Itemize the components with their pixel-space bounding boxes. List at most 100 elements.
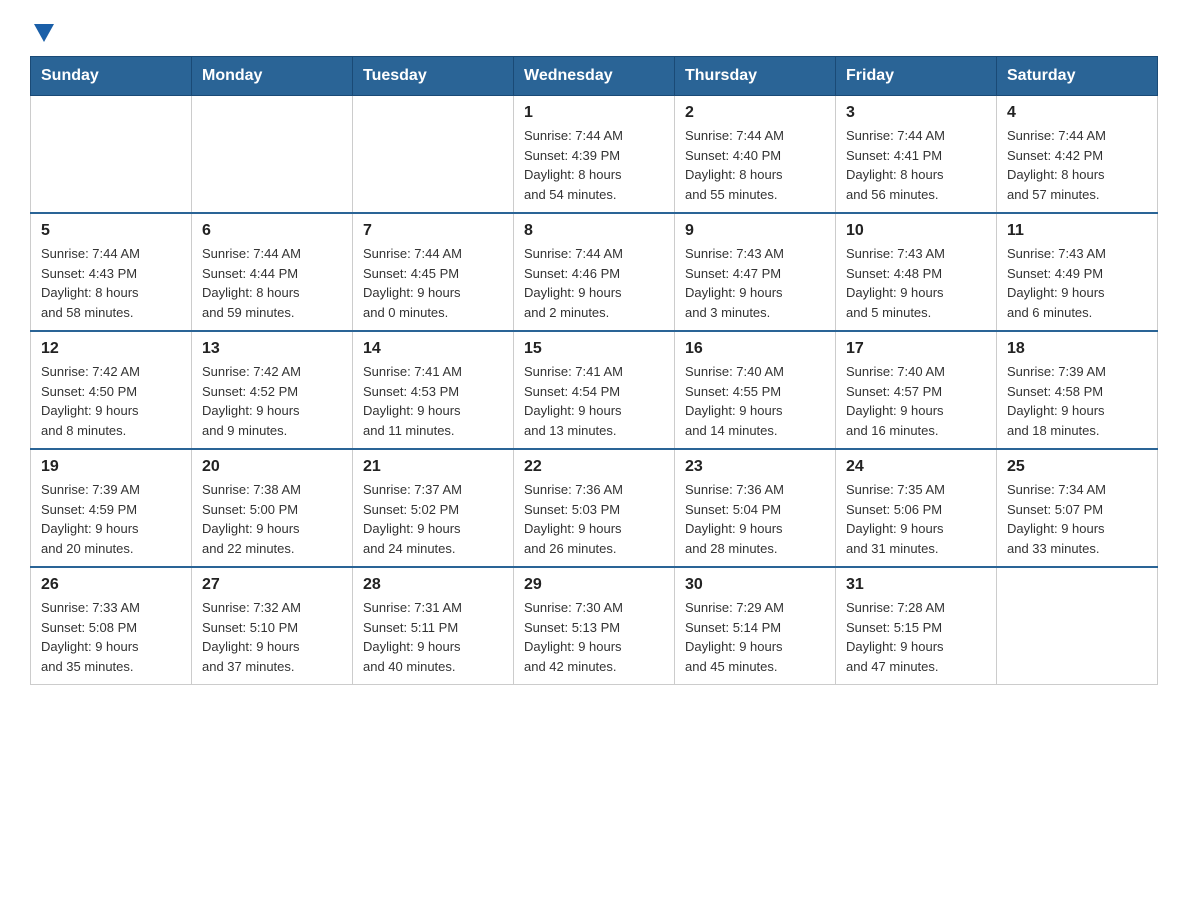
- calendar-cell: 25 Sunrise: 7:34 AM Sunset: 5:07 PM Dayli…: [997, 449, 1158, 567]
- calendar-cell: 9 Sunrise: 7:43 AM Sunset: 4:47 PM Daylig…: [675, 213, 836, 331]
- calendar-table: SundayMondayTuesdayWednesdayThursdayFrid…: [30, 56, 1158, 685]
- day-info: Sunrise: 7:40 AM Sunset: 4:57 PM Dayligh…: [846, 362, 986, 440]
- day-info: Sunrise: 7:41 AM Sunset: 4:54 PM Dayligh…: [524, 362, 664, 440]
- calendar-cell: 30Sunrise: 7:29 AM Sunset: 5:14 PM Dayli…: [675, 567, 836, 685]
- day-info: Sunrise: 7:33 AM Sunset: 5:08 PM Dayligh…: [41, 598, 181, 676]
- day-number: 10: [846, 222, 986, 240]
- day-info: Sunrise: 7:34 AM Sunset: 5:07 PM Dayligh…: [1007, 480, 1147, 558]
- day-info: Sunrise: 7:44 AM Sunset: 4:40 PM Dayligh…: [685, 126, 825, 204]
- weekday-header: Sunday: [31, 57, 192, 96]
- logo: [30, 20, 54, 38]
- calendar-cell: 19Sunrise: 7:39 AM Sunset: 4:59 PM Dayli…: [31, 449, 192, 567]
- day-number: 12: [41, 340, 181, 358]
- calendar-cell: 1 Sunrise: 7:44 AM Sunset: 4:39 PM Daylig…: [514, 96, 675, 214]
- day-info: Sunrise: 7:28 AM Sunset: 5:15 PM Dayligh…: [846, 598, 986, 676]
- calendar-cell: 26 Sunrise: 7:33 AM Sunset: 5:08 PM Dayli…: [31, 567, 192, 685]
- day-info: Sunrise: 7:44 AM Sunset: 4:45 PM Dayligh…: [363, 244, 503, 322]
- calendar-week-row: 12 Sunrise: 7:42 AM Sunset: 4:50 PM Dayli…: [31, 331, 1158, 449]
- day-number: 30: [685, 576, 825, 594]
- calendar-cell: 16Sunrise: 7:40 AM Sunset: 4:55 PM Dayli…: [675, 331, 836, 449]
- day-number: 25: [1007, 458, 1147, 476]
- calendar-cell: 3 Sunrise: 7:44 AM Sunset: 4:41 PM Daylig…: [836, 96, 997, 214]
- day-number: 14: [363, 340, 503, 358]
- day-info: Sunrise: 7:37 AM Sunset: 5:02 PM Dayligh…: [363, 480, 503, 558]
- calendar-week-row: 1 Sunrise: 7:44 AM Sunset: 4:39 PM Daylig…: [31, 96, 1158, 214]
- day-info: Sunrise: 7:36 AM Sunset: 5:03 PM Dayligh…: [524, 480, 664, 558]
- day-info: Sunrise: 7:44 AM Sunset: 4:41 PM Dayligh…: [846, 126, 986, 204]
- calendar-week-row: 19Sunrise: 7:39 AM Sunset: 4:59 PM Dayli…: [31, 449, 1158, 567]
- day-number: 18: [1007, 340, 1147, 358]
- calendar-week-row: 26 Sunrise: 7:33 AM Sunset: 5:08 PM Dayli…: [31, 567, 1158, 685]
- calendar-cell: 7 Sunrise: 7:44 AM Sunset: 4:45 PM Daylig…: [353, 213, 514, 331]
- day-number: 24: [846, 458, 986, 476]
- day-number: 27: [202, 576, 342, 594]
- calendar-cell: [192, 96, 353, 214]
- day-number: 26: [41, 576, 181, 594]
- calendar-cell: 15 Sunrise: 7:41 AM Sunset: 4:54 PM Dayli…: [514, 331, 675, 449]
- calendar-cell: 20Sunrise: 7:38 AM Sunset: 5:00 PM Dayli…: [192, 449, 353, 567]
- day-number: 17: [846, 340, 986, 358]
- calendar-cell: 12 Sunrise: 7:42 AM Sunset: 4:50 PM Dayli…: [31, 331, 192, 449]
- calendar-cell: 24 Sunrise: 7:35 AM Sunset: 5:06 PM Dayli…: [836, 449, 997, 567]
- day-info: Sunrise: 7:39 AM Sunset: 4:58 PM Dayligh…: [1007, 362, 1147, 440]
- day-number: 2: [685, 104, 825, 122]
- day-number: 13: [202, 340, 342, 358]
- weekday-header: Saturday: [997, 57, 1158, 96]
- day-number: 31: [846, 576, 986, 594]
- weekday-header: Tuesday: [353, 57, 514, 96]
- day-number: 23: [685, 458, 825, 476]
- calendar-cell: 23 Sunrise: 7:36 AM Sunset: 5:04 PM Dayli…: [675, 449, 836, 567]
- weekday-header: Monday: [192, 57, 353, 96]
- day-info: Sunrise: 7:44 AM Sunset: 4:42 PM Dayligh…: [1007, 126, 1147, 204]
- weekday-header: Wednesday: [514, 57, 675, 96]
- calendar-cell: 11Sunrise: 7:43 AM Sunset: 4:49 PM Dayli…: [997, 213, 1158, 331]
- day-number: 21: [363, 458, 503, 476]
- day-number: 29: [524, 576, 664, 594]
- calendar-cell: 5 Sunrise: 7:44 AM Sunset: 4:43 PM Daylig…: [31, 213, 192, 331]
- page-header: [30, 20, 1158, 38]
- calendar-cell: [353, 96, 514, 214]
- day-number: 5: [41, 222, 181, 240]
- weekday-header: Friday: [836, 57, 997, 96]
- day-number: 9: [685, 222, 825, 240]
- day-info: Sunrise: 7:42 AM Sunset: 4:50 PM Dayligh…: [41, 362, 181, 440]
- day-info: Sunrise: 7:31 AM Sunset: 5:11 PM Dayligh…: [363, 598, 503, 676]
- calendar-cell: 4 Sunrise: 7:44 AM Sunset: 4:42 PM Daylig…: [997, 96, 1158, 214]
- calendar-cell: 2 Sunrise: 7:44 AM Sunset: 4:40 PM Daylig…: [675, 96, 836, 214]
- day-info: Sunrise: 7:43 AM Sunset: 4:49 PM Dayligh…: [1007, 244, 1147, 322]
- day-info: Sunrise: 7:36 AM Sunset: 5:04 PM Dayligh…: [685, 480, 825, 558]
- day-number: 6: [202, 222, 342, 240]
- day-info: Sunrise: 7:41 AM Sunset: 4:53 PM Dayligh…: [363, 362, 503, 440]
- calendar-cell: 6 Sunrise: 7:44 AM Sunset: 4:44 PM Daylig…: [192, 213, 353, 331]
- calendar-cell: 18 Sunrise: 7:39 AM Sunset: 4:58 PM Dayli…: [997, 331, 1158, 449]
- calendar-cell: 21 Sunrise: 7:37 AM Sunset: 5:02 PM Dayli…: [353, 449, 514, 567]
- calendar-cell: 14 Sunrise: 7:41 AM Sunset: 4:53 PM Dayli…: [353, 331, 514, 449]
- day-info: Sunrise: 7:44 AM Sunset: 4:43 PM Dayligh…: [41, 244, 181, 322]
- day-info: Sunrise: 7:32 AM Sunset: 5:10 PM Dayligh…: [202, 598, 342, 676]
- day-info: Sunrise: 7:44 AM Sunset: 4:46 PM Dayligh…: [524, 244, 664, 322]
- calendar-cell: [31, 96, 192, 214]
- calendar-cell: 31 Sunrise: 7:28 AM Sunset: 5:15 PM Dayli…: [836, 567, 997, 685]
- calendar-cell: 28Sunrise: 7:31 AM Sunset: 5:11 PM Dayli…: [353, 567, 514, 685]
- day-info: Sunrise: 7:43 AM Sunset: 4:47 PM Dayligh…: [685, 244, 825, 322]
- day-number: 1: [524, 104, 664, 122]
- day-info: Sunrise: 7:35 AM Sunset: 5:06 PM Dayligh…: [846, 480, 986, 558]
- day-number: 8: [524, 222, 664, 240]
- calendar-cell: 22Sunrise: 7:36 AM Sunset: 5:03 PM Dayli…: [514, 449, 675, 567]
- calendar-week-row: 5 Sunrise: 7:44 AM Sunset: 4:43 PM Daylig…: [31, 213, 1158, 331]
- day-info: Sunrise: 7:30 AM Sunset: 5:13 PM Dayligh…: [524, 598, 664, 676]
- logo-arrow-icon: [34, 24, 54, 42]
- day-number: 15: [524, 340, 664, 358]
- day-info: Sunrise: 7:39 AM Sunset: 4:59 PM Dayligh…: [41, 480, 181, 558]
- calendar-cell: 27 Sunrise: 7:32 AM Sunset: 5:10 PM Dayli…: [192, 567, 353, 685]
- calendar-cell: 29 Sunrise: 7:30 AM Sunset: 5:13 PM Dayli…: [514, 567, 675, 685]
- day-number: 3: [846, 104, 986, 122]
- day-info: Sunrise: 7:44 AM Sunset: 4:44 PM Dayligh…: [202, 244, 342, 322]
- day-info: Sunrise: 7:43 AM Sunset: 4:48 PM Dayligh…: [846, 244, 986, 322]
- day-number: 7: [363, 222, 503, 240]
- day-info: Sunrise: 7:40 AM Sunset: 4:55 PM Dayligh…: [685, 362, 825, 440]
- day-info: Sunrise: 7:42 AM Sunset: 4:52 PM Dayligh…: [202, 362, 342, 440]
- day-info: Sunrise: 7:44 AM Sunset: 4:39 PM Dayligh…: [524, 126, 664, 204]
- day-number: 4: [1007, 104, 1147, 122]
- day-number: 20: [202, 458, 342, 476]
